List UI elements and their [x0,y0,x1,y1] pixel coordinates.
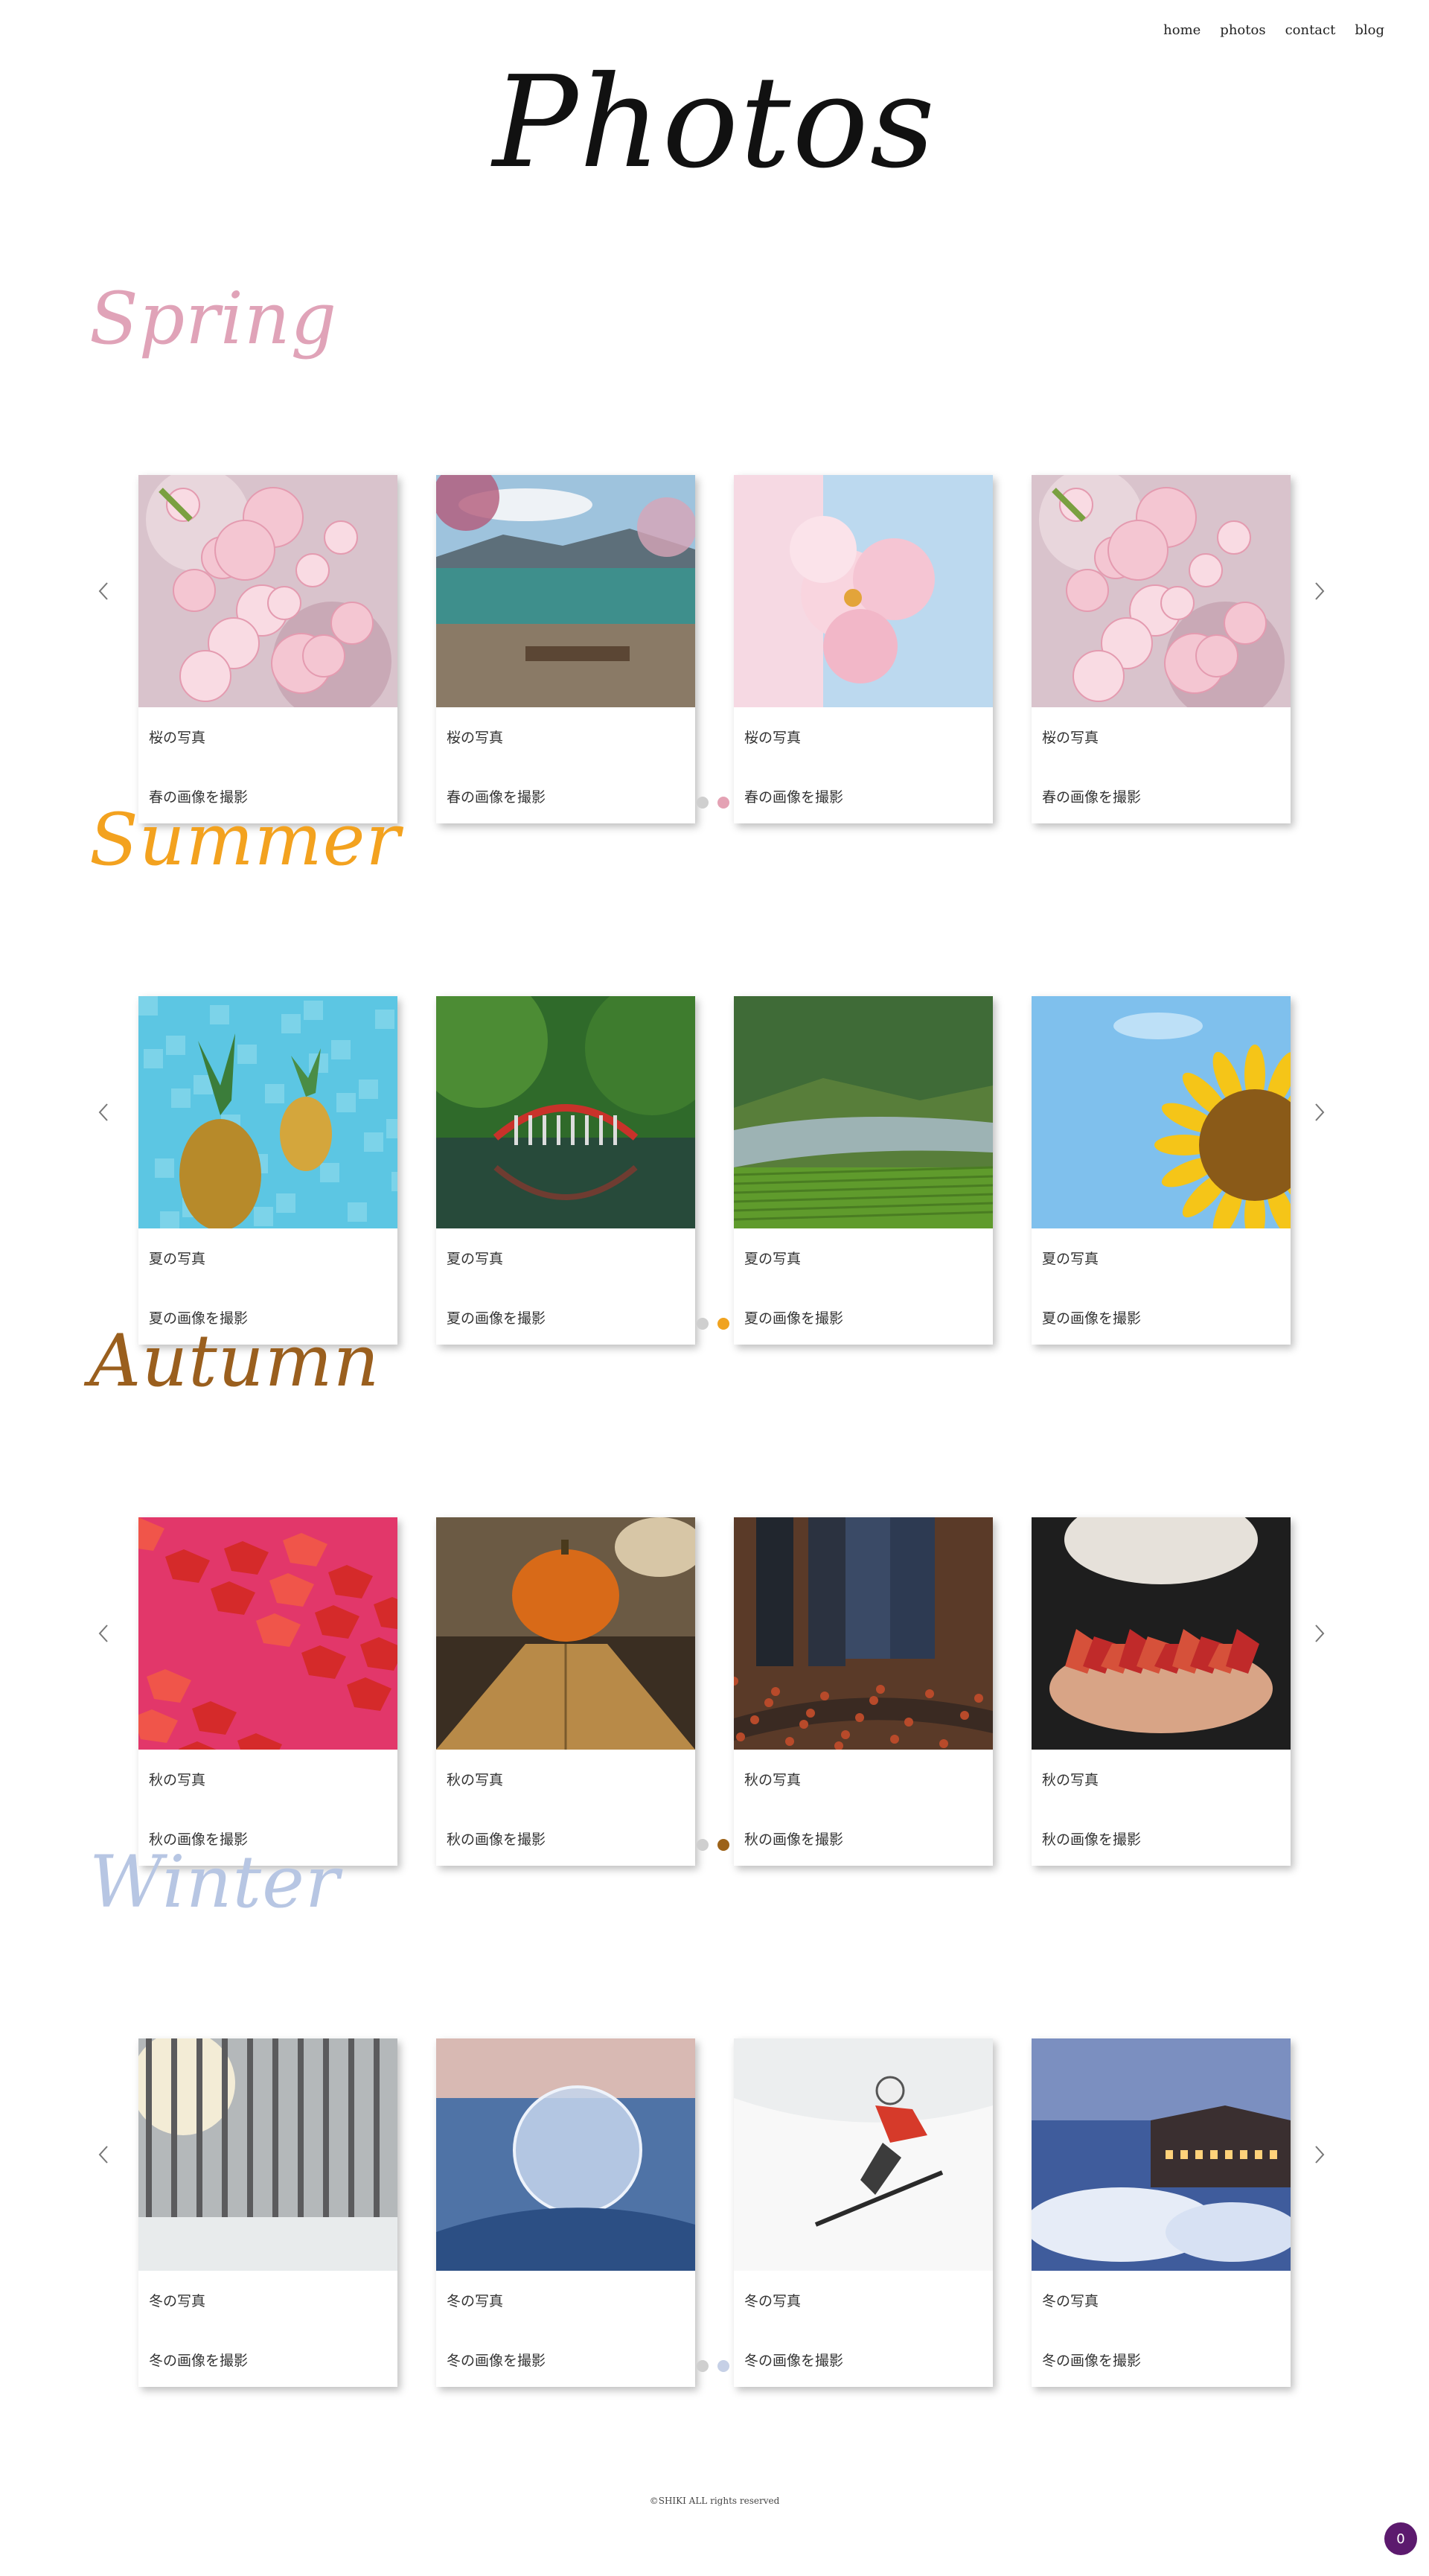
photo-red-maple[interactable] [138,1517,397,1750]
photo-card[interactable]: 桜の写真春の画像を撮影 [734,475,993,823]
photo-sunflower[interactable] [1032,996,1291,1228]
photo-card[interactable]: 夏の写真夏の画像を撮影 [734,996,993,1345]
photo-card[interactable]: 夏の写真夏の画像を撮影 [1032,996,1291,1345]
season-section-spring: Spring 桜の写真 春の画像を撮影 桜の写真 春の画像を撮影 桜の写真 春の画像を撮影桜… [0,277,1429,823]
photo-carousel: 冬の写真 冬の画像を撮影 冬の写真 冬の画像を撮影 冬の写真 冬の画像を撮影 冬の写真 冬の画… [138,2038,1291,2396]
card-title: 夏の写真 [1042,1251,1099,1267]
photo-card[interactable]: 冬の写真冬の画像を撮影 [1032,2038,1291,2387]
prev-arrow-icon[interactable] [94,2144,115,2165]
photo-card[interactable]: 桜の写真春の画像を撮影 [436,475,695,823]
photo-skier[interactable] [734,2038,993,2271]
floating-counter-button[interactable]: 0 [1384,2522,1417,2555]
photo-snowy-forest[interactable] [138,2038,397,2271]
season-title: Winter [89,1840,340,1924]
photo-card[interactable]: 冬の写真冬の画像を撮影 [436,2038,695,2387]
card-subtitle: 冬の画像を撮影 [447,2353,546,2369]
photo-card[interactable]: 夏の写真 夏の画像を撮影 [138,996,397,1345]
card-subtitle: 夏の画像を撮影 [744,1310,844,1327]
nav-contact-link[interactable]: contact [1285,22,1336,38]
prev-arrow-icon[interactable] [94,1102,115,1123]
next-arrow-icon[interactable] [1308,1623,1329,1644]
card-title: 秋の写真 [744,1772,802,1788]
card-title: 桜の写真 [149,730,206,746]
nav-photos-link[interactable]: photos [1220,22,1265,38]
photo-cherry-blossom[interactable] [138,475,397,707]
photo-autumn-boots[interactable] [734,1517,993,1750]
photo-pumpkin[interactable] [436,1517,695,1750]
photo-carousel: 夏の写真 夏の画像を撮影 夏の写真 夏の画像を撮影 夏の写真 夏の画像を撮影 夏の写真 夏の画… [138,996,1291,1354]
pagination-dot[interactable] [697,2360,709,2372]
photo-card[interactable]: 秋の写真秋の画像を撮影 [436,1517,695,1866]
season-title: Summer [89,798,401,881]
prev-arrow-icon[interactable] [94,1623,115,1644]
photo-card[interactable]: 夏の写真夏の画像を撮影 [436,996,695,1345]
photo-card[interactable]: 秋の写真 秋の画像を撮影 [138,1517,397,1866]
footer-copyright: ©SHIKI ALL rights reserved [649,2496,780,2506]
next-arrow-icon[interactable] [1308,581,1329,602]
card-subtitle: 秋の画像を撮影 [744,1831,844,1848]
card-title: 桜の写真 [447,730,504,746]
card-title: 桜の写真 [744,730,802,746]
card-title: 冬の写真 [744,2293,802,2309]
photo-card[interactable]: 桜の写真 春の画像を撮影 [138,475,397,823]
season-section-autumn: Autumn 秋の写真 秋の画像を撮影 秋の写真 秋の画像を撮影 秋の写真 秋の画像を撮影秋… [0,1319,1429,1866]
photo-frozen-bubble[interactable] [436,2038,695,2271]
main-nav: home photos contact blog [1163,22,1384,38]
photo-leaves-in-hands[interactable] [1032,1517,1291,1750]
next-arrow-icon[interactable] [1308,2144,1329,2165]
card-subtitle: 秋の画像を撮影 [1042,1831,1142,1848]
photo-snow-village[interactable] [1032,2038,1291,2271]
card-subtitle: 春の画像を撮影 [744,789,844,806]
photo-card[interactable]: 桜の写真春の画像を撮影 [1032,475,1291,823]
page-title: Photos [492,49,937,197]
card-title: 秋の写真 [149,1772,206,1788]
carousel-pagination [697,2360,729,2372]
photo-cherry-blossom[interactable] [1032,475,1291,707]
card-title: 夏の写真 [744,1251,802,1267]
card-subtitle: 夏の画像を撮影 [1042,1310,1142,1327]
card-title: 桜の写真 [1042,730,1099,746]
photo-card[interactable]: 冬の写真冬の画像を撮影 [734,2038,993,2387]
card-title: 冬の写真 [1042,2293,1099,2309]
nav-home-link[interactable]: home [1163,22,1201,38]
card-subtitle: 春の画像を撮影 [447,789,546,806]
prev-arrow-icon[interactable] [94,581,115,602]
photo-red-bridge[interactable] [436,996,695,1228]
season-title: Autumn [89,1319,380,1403]
card-subtitle: 冬の画像を撮影 [1042,2353,1142,2369]
card-subtitle: 冬の画像を撮影 [149,2353,249,2369]
card-title: 冬の写真 [447,2293,504,2309]
next-arrow-icon[interactable] [1308,1102,1329,1123]
card-title: 秋の写真 [447,1772,504,1788]
photo-river-valley[interactable] [734,996,993,1228]
photo-carousel: 秋の写真 秋の画像を撮影 秋の写真 秋の画像を撮影 秋の写真 秋の画像を撮影 秋の写真 秋の画… [138,1517,1291,1875]
season-title: Spring [89,277,338,360]
card-subtitle: 夏の画像を撮影 [447,1310,546,1327]
card-title: 秋の写真 [1042,1772,1099,1788]
card-title: 夏の写真 [447,1251,504,1267]
nav-blog-link[interactable]: blog [1355,22,1384,38]
card-title: 冬の写真 [149,2293,206,2309]
card-subtitle: 春の画像を撮影 [1042,789,1142,806]
photo-carousel: 桜の写真 春の画像を撮影 桜の写真 春の画像を撮影 桜の写真 春の画像を撮影 桜の写真 春の画… [138,475,1291,832]
photo-card[interactable]: 秋の写真秋の画像を撮影 [1032,1517,1291,1866]
photo-cherry-flower-closeup[interactable] [734,475,993,707]
pagination-dot[interactable] [717,2360,729,2372]
card-title: 夏の写真 [149,1251,206,1267]
photo-lakeside-cherry[interactable] [436,475,695,707]
photo-card[interactable]: 秋の写真秋の画像を撮影 [734,1517,993,1866]
photo-card[interactable]: 冬の写真冬の画像を撮影 [138,2038,397,2387]
season-section-winter: Winter 冬の写真 冬の画像を撮影 冬の写真 冬の画像を撮影 冬の写真 冬の画像を撮影冬… [0,1840,1429,2387]
card-subtitle: 冬の画像を撮影 [744,2353,844,2369]
season-section-summer: Summer 夏の写真 夏の画像を撮影 夏の写真 夏の画像を撮影 夏の写真 夏の画像を撮影夏… [0,798,1429,1345]
card-subtitle: 秋の画像を撮影 [447,1831,546,1848]
photo-pineapples-pool[interactable] [138,996,397,1228]
